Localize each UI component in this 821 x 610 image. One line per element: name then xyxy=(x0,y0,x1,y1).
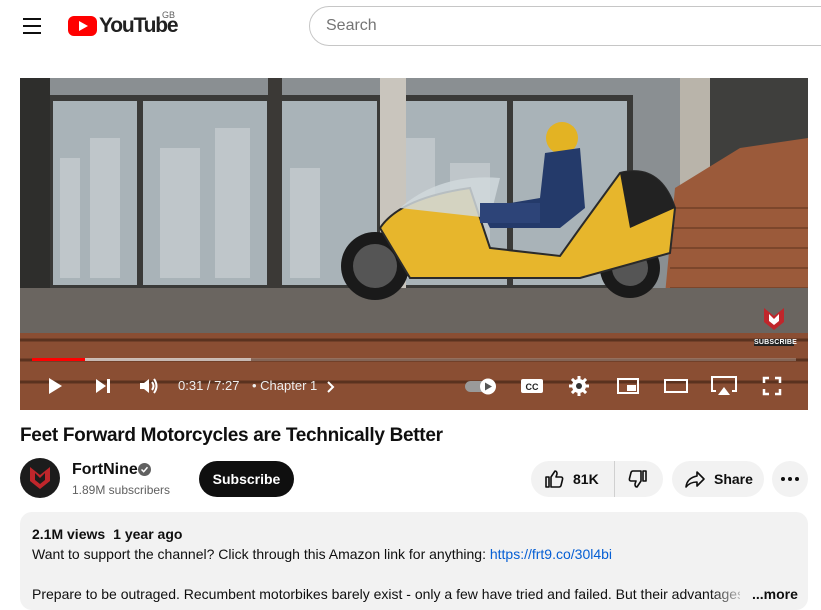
upload-date: 1 year ago xyxy=(113,526,183,542)
view-count: 2.1M views xyxy=(32,526,106,542)
verified-badge-icon xyxy=(138,463,151,476)
thumbs-up-icon xyxy=(545,470,564,488)
skip-next-icon xyxy=(96,379,110,393)
player-controls: 0:31 / 7:27 • Chapter 1 CC xyxy=(20,368,808,408)
watermark-text: SUBSCRIBE xyxy=(754,339,798,346)
play-icon xyxy=(49,378,62,394)
amazon-link[interactable]: https://frt9.co/30l4bi xyxy=(490,546,612,562)
chevron-right-icon xyxy=(327,380,335,393)
dislike-button[interactable] xyxy=(615,461,661,497)
share-button[interactable]: Share xyxy=(672,461,764,497)
video-title: Feet Forward Motorcycles are Technically… xyxy=(20,425,443,446)
fortnine-avatar-icon xyxy=(30,467,50,489)
volume-button[interactable] xyxy=(136,368,162,404)
chapter-label: Chapter 1 xyxy=(260,378,318,393)
share-label: Share xyxy=(714,471,753,487)
miniplayer-icon xyxy=(617,378,639,394)
chapter-button[interactable]: • Chapter 1 xyxy=(252,378,335,393)
share-icon xyxy=(685,471,705,488)
youtube-logo[interactable]: YouTube xyxy=(68,14,179,38)
description-box[interactable]: 2.1M views 1 year ago Want to support the… xyxy=(20,512,808,610)
svg-text:CC: CC xyxy=(526,382,539,392)
settings-button[interactable] xyxy=(567,368,591,404)
cast-button[interactable] xyxy=(710,368,738,404)
fortnine-logo-icon xyxy=(764,308,784,330)
play-button[interactable] xyxy=(42,368,68,404)
description-line-1-text: Want to support the channel? Click throu… xyxy=(32,546,490,562)
fullscreen-button[interactable] xyxy=(760,368,784,404)
next-button[interactable] xyxy=(90,368,116,404)
description-fade xyxy=(710,584,750,604)
airplay-icon xyxy=(711,376,737,395)
show-more-button[interactable]: ...more xyxy=(752,586,798,602)
like-dislike-group: 81K xyxy=(531,461,663,497)
gear-icon xyxy=(569,376,589,396)
search-input[interactable] xyxy=(326,17,821,35)
progress-played xyxy=(32,358,85,361)
region-code: GB xyxy=(162,10,176,20)
subscribe-button[interactable]: Subscribe xyxy=(199,461,294,497)
fullscreen-icon xyxy=(762,376,782,396)
video-player[interactable]: SUBSCRIBE 0:31 / 7:27 • Chapter 1 CC xyxy=(20,78,808,410)
channel-avatar[interactable] xyxy=(20,458,60,498)
description-line-1: Want to support the channel? Click throu… xyxy=(32,546,612,562)
time-display: 0:31 / 7:27 xyxy=(178,378,240,393)
theater-mode-button[interactable] xyxy=(662,368,690,404)
autoplay-toggle[interactable] xyxy=(464,368,500,404)
youtube-play-icon xyxy=(68,16,97,36)
search-box[interactable] xyxy=(309,6,821,46)
video-meta: 2.1M views 1 year ago xyxy=(32,526,182,542)
description-line-2: Prepare to be outraged. Recumbent motorb… xyxy=(32,586,740,602)
more-horizontal-icon xyxy=(781,477,799,481)
miniplayer-button[interactable] xyxy=(615,368,641,404)
captions-button[interactable]: CC xyxy=(520,368,544,404)
menu-icon[interactable] xyxy=(16,10,48,42)
like-count: 81K xyxy=(573,471,599,487)
subscriber-count: 1.89M subscribers xyxy=(72,483,171,497)
thumbs-down-icon xyxy=(628,470,647,488)
more-actions-button[interactable] xyxy=(772,461,808,497)
closed-captions-icon: CC xyxy=(521,379,543,393)
progress-bar[interactable] xyxy=(32,358,796,361)
autoplay-toggle-icon xyxy=(465,378,496,395)
channel-watermark[interactable]: SUBSCRIBE xyxy=(754,306,798,346)
channel-name[interactable]: FortNine xyxy=(72,461,138,479)
like-button[interactable]: 81K xyxy=(531,461,615,497)
theater-mode-icon xyxy=(664,379,688,393)
chapter-separator: • xyxy=(252,378,261,393)
volume-icon xyxy=(140,378,158,394)
